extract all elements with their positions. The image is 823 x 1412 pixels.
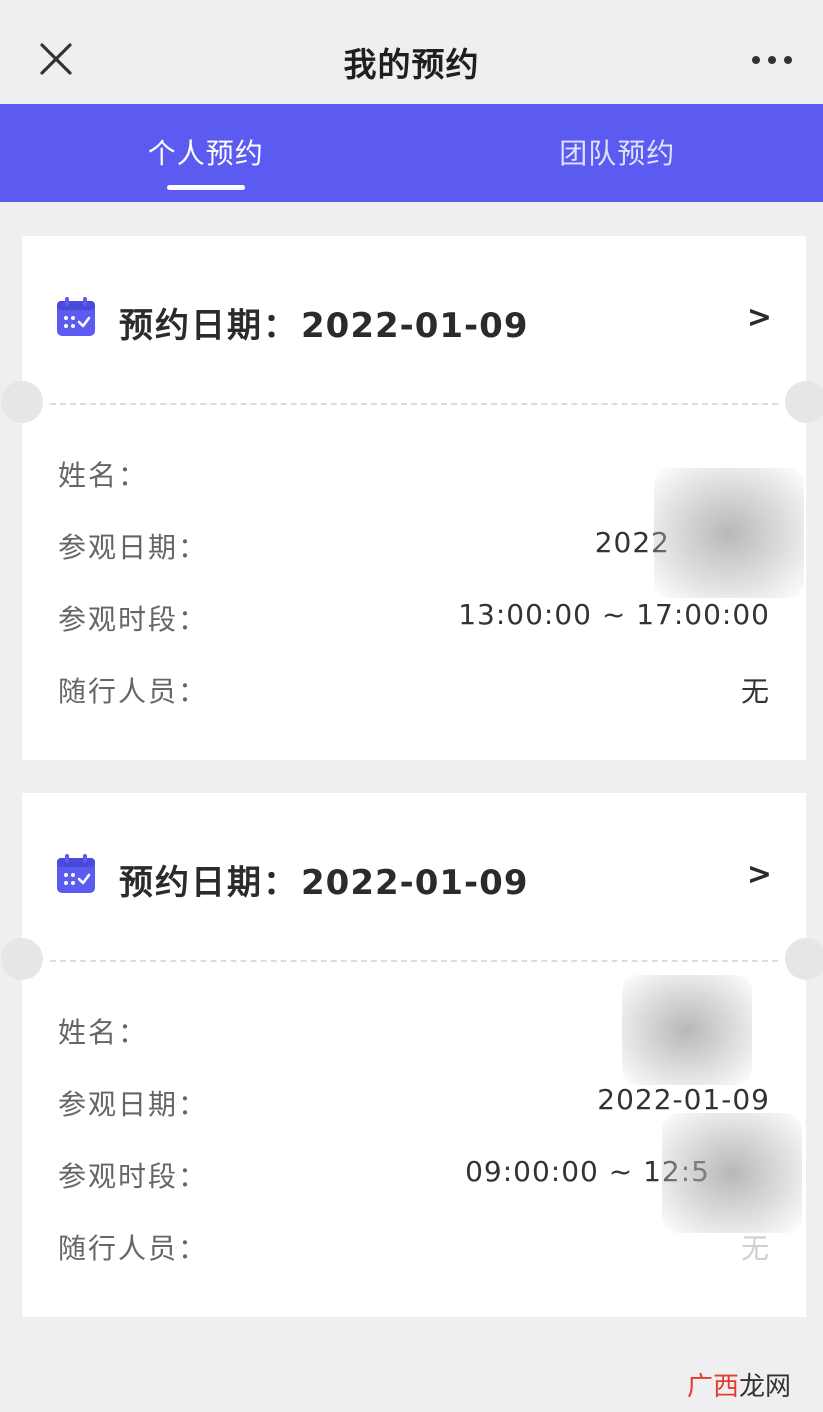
ticket-notch-left	[1, 381, 43, 423]
detail-label: 随行人员：	[58, 1232, 209, 1265]
detail-row-visit-time: 参观时段： 13:00:00 ~ 17:00:00	[58, 598, 770, 670]
ticket-notch-left	[1, 938, 43, 980]
top-bar: 我的预约	[0, 0, 823, 104]
page: 我的预约 个人预约 团队预约 预约日期：2022-01-09 > 姓名： 参观日…	[0, 0, 823, 1412]
chevron-right-icon: >	[746, 300, 772, 335]
reservation-date: 预约日期：2022-01-09	[119, 855, 528, 904]
dashed-divider	[50, 403, 778, 405]
watermark-accent: 广西	[686, 1372, 739, 1402]
detail-label: 参观日期：	[58, 531, 209, 564]
reservation-date-value: 2022-01-09	[301, 306, 529, 346]
page-title: 我的预约	[343, 45, 480, 84]
tab-bar: 个人预约 团队预约	[0, 104, 823, 202]
calendar-icon	[57, 297, 95, 336]
reservation-date: 预约日期：2022-01-09	[119, 298, 528, 347]
more-icon	[752, 56, 792, 64]
reservation-date-label: 预约日期：	[119, 863, 299, 903]
detail-label: 参观时段：	[58, 1160, 209, 1193]
detail-value: 13:00:00 ~ 17:00:00	[458, 598, 770, 631]
reservation-card: 预约日期：2022-01-09 > 姓名： 参观日期： 2022 参观时段： 1…	[1, 236, 823, 760]
tab-active-indicator	[166, 185, 245, 190]
chevron-right-icon: >	[746, 857, 772, 892]
redaction-blur	[622, 975, 752, 1085]
detail-row-companions: 随行人员： 无	[58, 670, 770, 742]
detail-label: 随行人员：	[58, 675, 209, 708]
watermark-rest: 龙网	[738, 1372, 791, 1402]
reservation-card: 预约日期：2022-01-09 > 姓名： 参观日期： 2022-01-09 参…	[1, 793, 823, 1317]
detail-label: 参观时段：	[58, 603, 209, 636]
detail-label: 姓名：	[58, 459, 149, 492]
redaction-blur	[654, 468, 804, 598]
ticket-notch-right	[785, 938, 823, 980]
reservation-date-value: 2022-01-09	[301, 863, 529, 903]
detail-row-companions: 随行人员： 无	[58, 1227, 770, 1299]
watermark: 广西龙网	[687, 1366, 791, 1403]
detail-value: 无	[740, 1232, 770, 1265]
detail-label: 姓名：	[58, 1016, 149, 1049]
more-button[interactable]	[751, 48, 793, 72]
detail-value: 无	[740, 675, 770, 708]
ticket-notch-right	[785, 381, 823, 423]
reservation-date-label: 预约日期：	[119, 306, 299, 346]
reservation-card-header[interactable]: 预约日期：2022-01-09 >	[22, 793, 806, 961]
dashed-divider	[50, 960, 778, 962]
redaction-blur	[662, 1113, 802, 1233]
tab-label: 团队预约	[559, 137, 676, 170]
detail-value: 2022-01-09	[597, 1083, 770, 1116]
reservation-card-header[interactable]: 预约日期：2022-01-09 >	[22, 236, 806, 404]
tab-team[interactable]: 团队预约	[412, 104, 823, 202]
calendar-icon	[57, 854, 95, 893]
detail-label: 参观日期：	[58, 1088, 209, 1121]
tab-personal[interactable]: 个人预约	[0, 104, 412, 202]
tab-label: 个人预约	[147, 137, 264, 170]
